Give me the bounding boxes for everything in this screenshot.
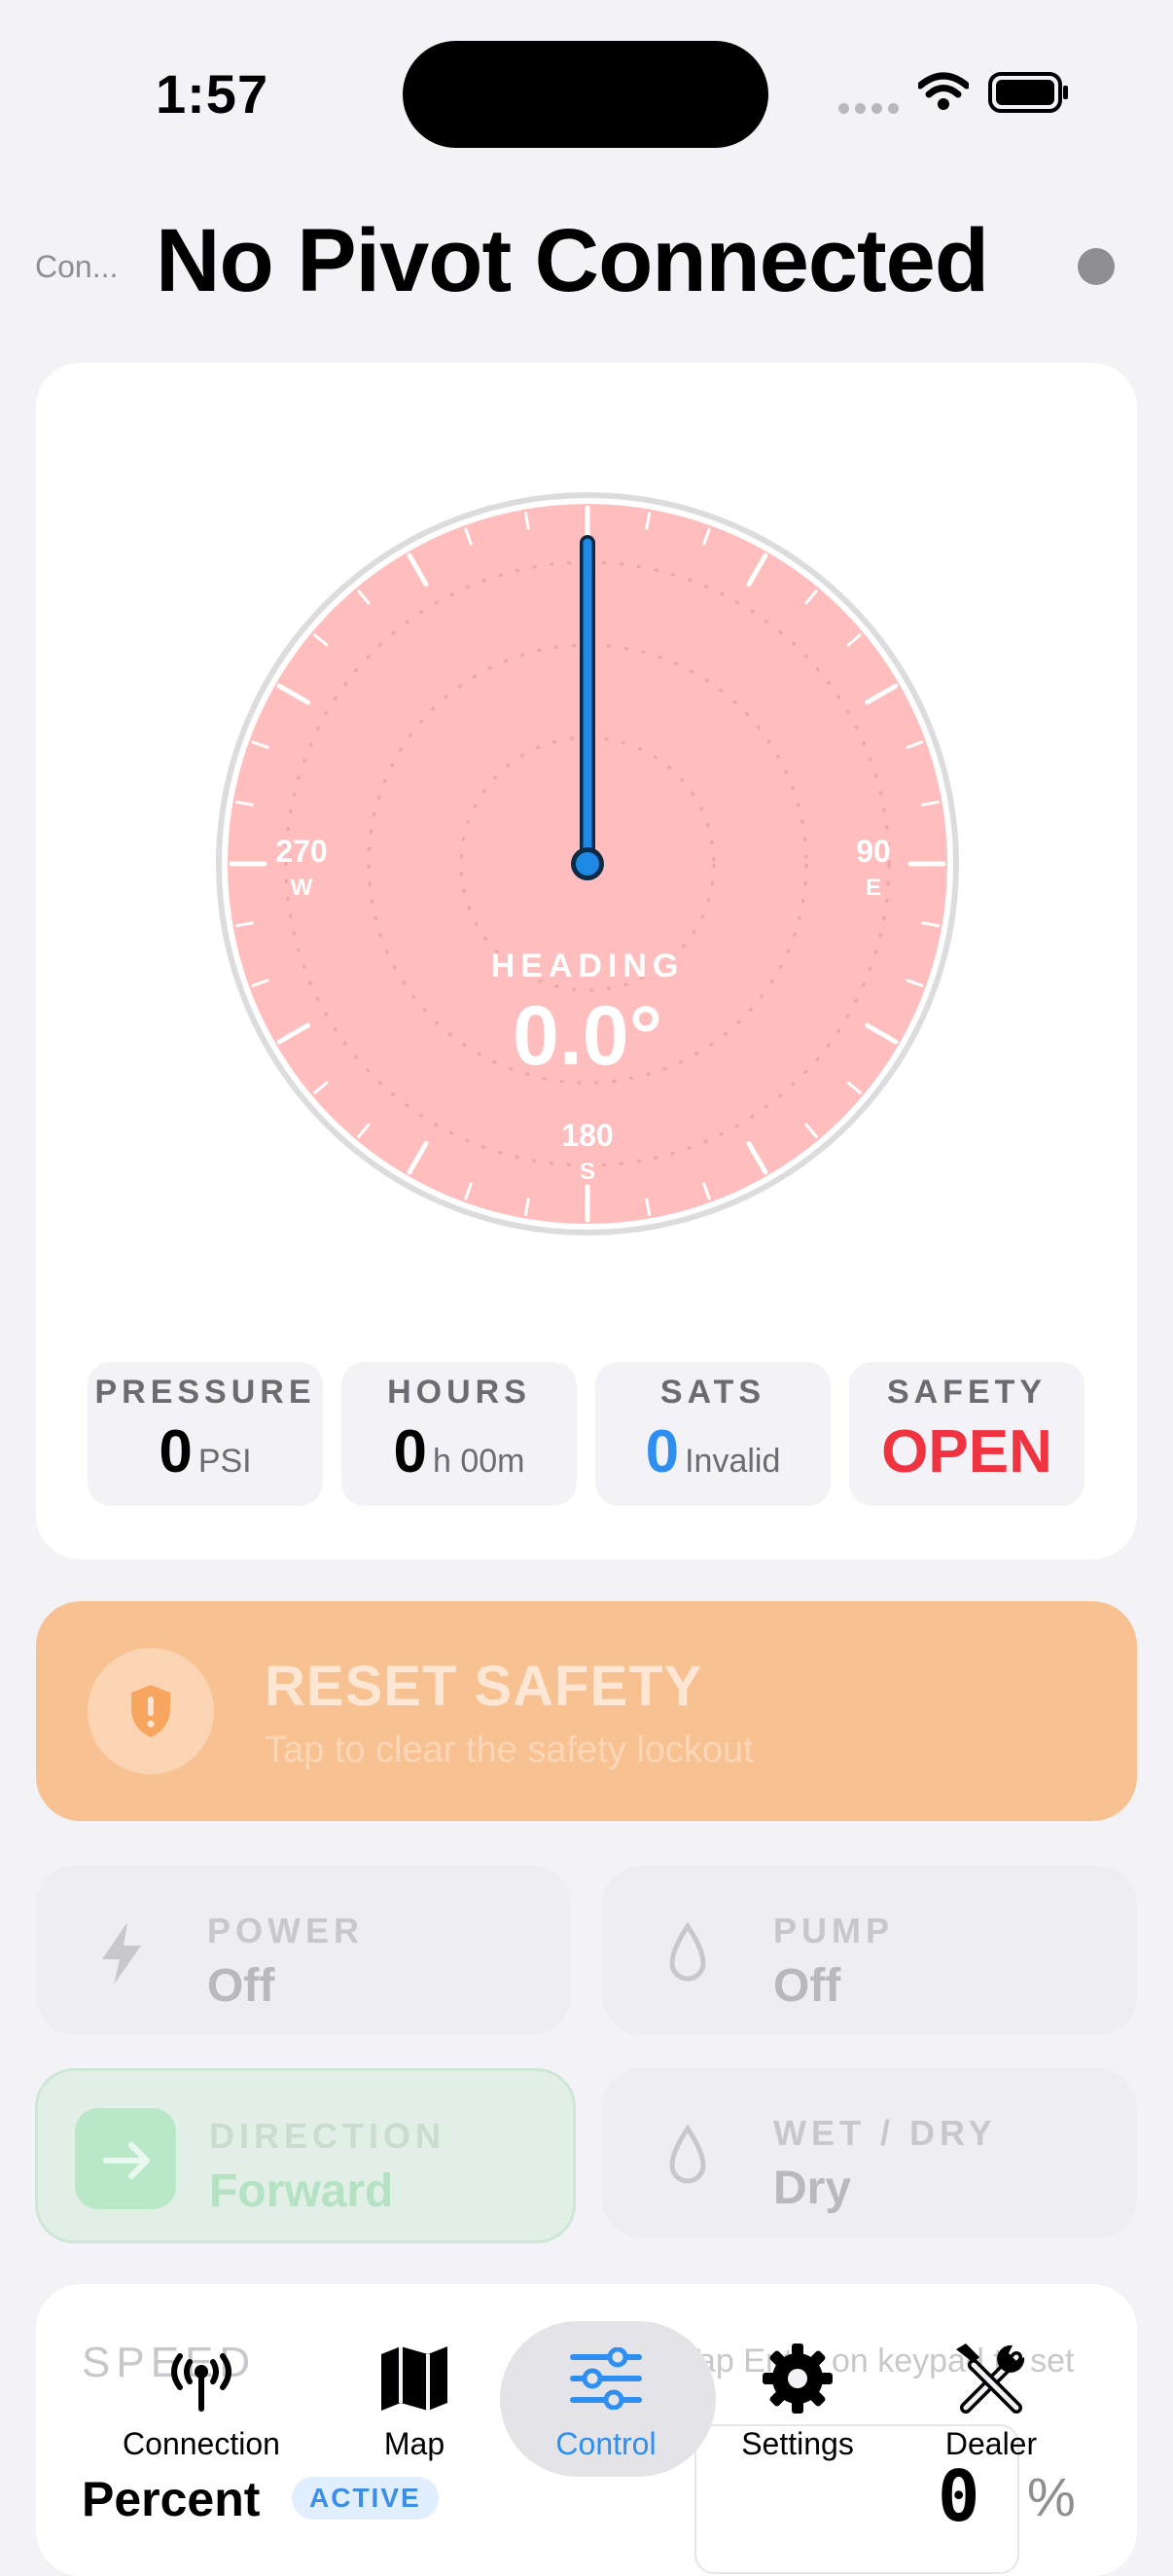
tab-control-label: Control <box>555 2426 657 2461</box>
bolt-icon <box>102 1922 141 1985</box>
safety-tile: SAFETY OPEN <box>849 1362 1084 1506</box>
direction-value: Forward <box>209 2165 394 2217</box>
droplet-icon <box>669 2124 706 2184</box>
arrow-right-icon <box>103 2142 150 2179</box>
battery-icon <box>988 72 1068 113</box>
tab-dealer-label: Dealer <box>944 2426 1038 2461</box>
tab-connection-label: Connection <box>123 2426 280 2461</box>
dynamic-island <box>403 41 768 148</box>
reset-safety-title: RESET SAFETY <box>265 1655 703 1718</box>
power-toggle[interactable]: POWER Off <box>36 1866 571 2035</box>
hours-value: 0 <box>393 1418 427 1485</box>
compass-mark-w: W <box>291 875 313 901</box>
status-time: 1:57 <box>156 63 269 125</box>
pump-toggle[interactable]: PUMP Off <box>602 1866 1137 2035</box>
wifi-icon <box>918 72 969 110</box>
heading-label: HEADING <box>491 948 685 984</box>
gear-icon <box>763 2343 833 2414</box>
heading-compass: 270 W 90 E 180 S HEADING 0.0° <box>216 492 959 1235</box>
compass-mark-90: 90 <box>856 834 891 869</box>
compass-mark-180: 180 <box>561 1118 613 1153</box>
wet-dry-toggle[interactable]: WET / DRY Dry <box>602 2068 1137 2237</box>
map-icon <box>381 2346 447 2411</box>
compass-mark-s: S <box>580 1159 595 1185</box>
pressure-value: 0 <box>159 1418 193 1485</box>
sats-unit: Invalid <box>685 1443 781 1480</box>
connection-status-indicator <box>1078 248 1115 285</box>
pressure-tile: PRESSURE 0 PSI <box>88 1362 323 1506</box>
power-value: Off <box>207 1960 275 2012</box>
hours-tile: HOURS 0h 00m <box>341 1362 577 1506</box>
sats-tile: SATS 0 Invalid <box>595 1362 831 1506</box>
droplet-icon <box>669 1921 706 1982</box>
safety-label: SAFETY <box>886 1374 1048 1411</box>
connection-back-label[interactable]: Con... <box>35 249 118 285</box>
safety-value: OPEN <box>881 1418 1052 1485</box>
wet-dry-label: WET / DRY <box>773 2113 997 2153</box>
speed-unit: % <box>1027 2466 1076 2527</box>
tab-connection[interactable]: Connection <box>104 2335 299 2462</box>
sats-value: 0 <box>645 1418 680 1485</box>
tab-dealer[interactable]: Dealer <box>894 2335 1088 2462</box>
reset-safety-subtitle: Tap to clear the safety lockout <box>265 1730 754 1771</box>
hours-unit: h 00m <box>432 1443 525 1480</box>
wet-dry-value: Dry <box>773 2163 852 2214</box>
tab-settings[interactable]: Settings <box>700 2335 895 2462</box>
speed-mode[interactable]: Percent <box>82 2471 260 2527</box>
direction-label: DIRECTION <box>209 2116 445 2156</box>
tab-control[interactable]: Control <box>509 2335 703 2462</box>
pressure-unit: PSI <box>197 1443 252 1480</box>
pump-label: PUMP <box>773 1911 895 1950</box>
tab-settings-label: Settings <box>741 2426 854 2461</box>
tab-map-label: Map <box>383 2426 445 2461</box>
compass-mark-e: E <box>866 875 881 901</box>
sats-label: SATS <box>659 1374 766 1411</box>
sliders-icon <box>570 2347 642 2410</box>
pressure-label: PRESSURE <box>94 1374 316 1411</box>
heading-value: 0.0° <box>513 989 662 1083</box>
speed-value: 0 <box>938 2455 980 2537</box>
antenna-icon <box>171 2353 231 2412</box>
tab-map[interactable]: Map <box>317 2335 512 2462</box>
direction-toggle[interactable]: DIRECTION Forward <box>35 2068 576 2243</box>
power-label: POWER <box>207 1911 365 1950</box>
hours-label: HOURS <box>387 1374 531 1411</box>
compass-mark-270: 270 <box>275 834 327 869</box>
pump-value: Off <box>773 1960 841 2012</box>
shield-alert-icon <box>131 1685 170 1737</box>
active-badge: ACTIVE <box>292 2477 439 2520</box>
cellular-signal-icon <box>838 101 905 119</box>
page-title: No Pivot Connected <box>156 211 989 310</box>
tools-icon <box>956 2343 1025 2414</box>
